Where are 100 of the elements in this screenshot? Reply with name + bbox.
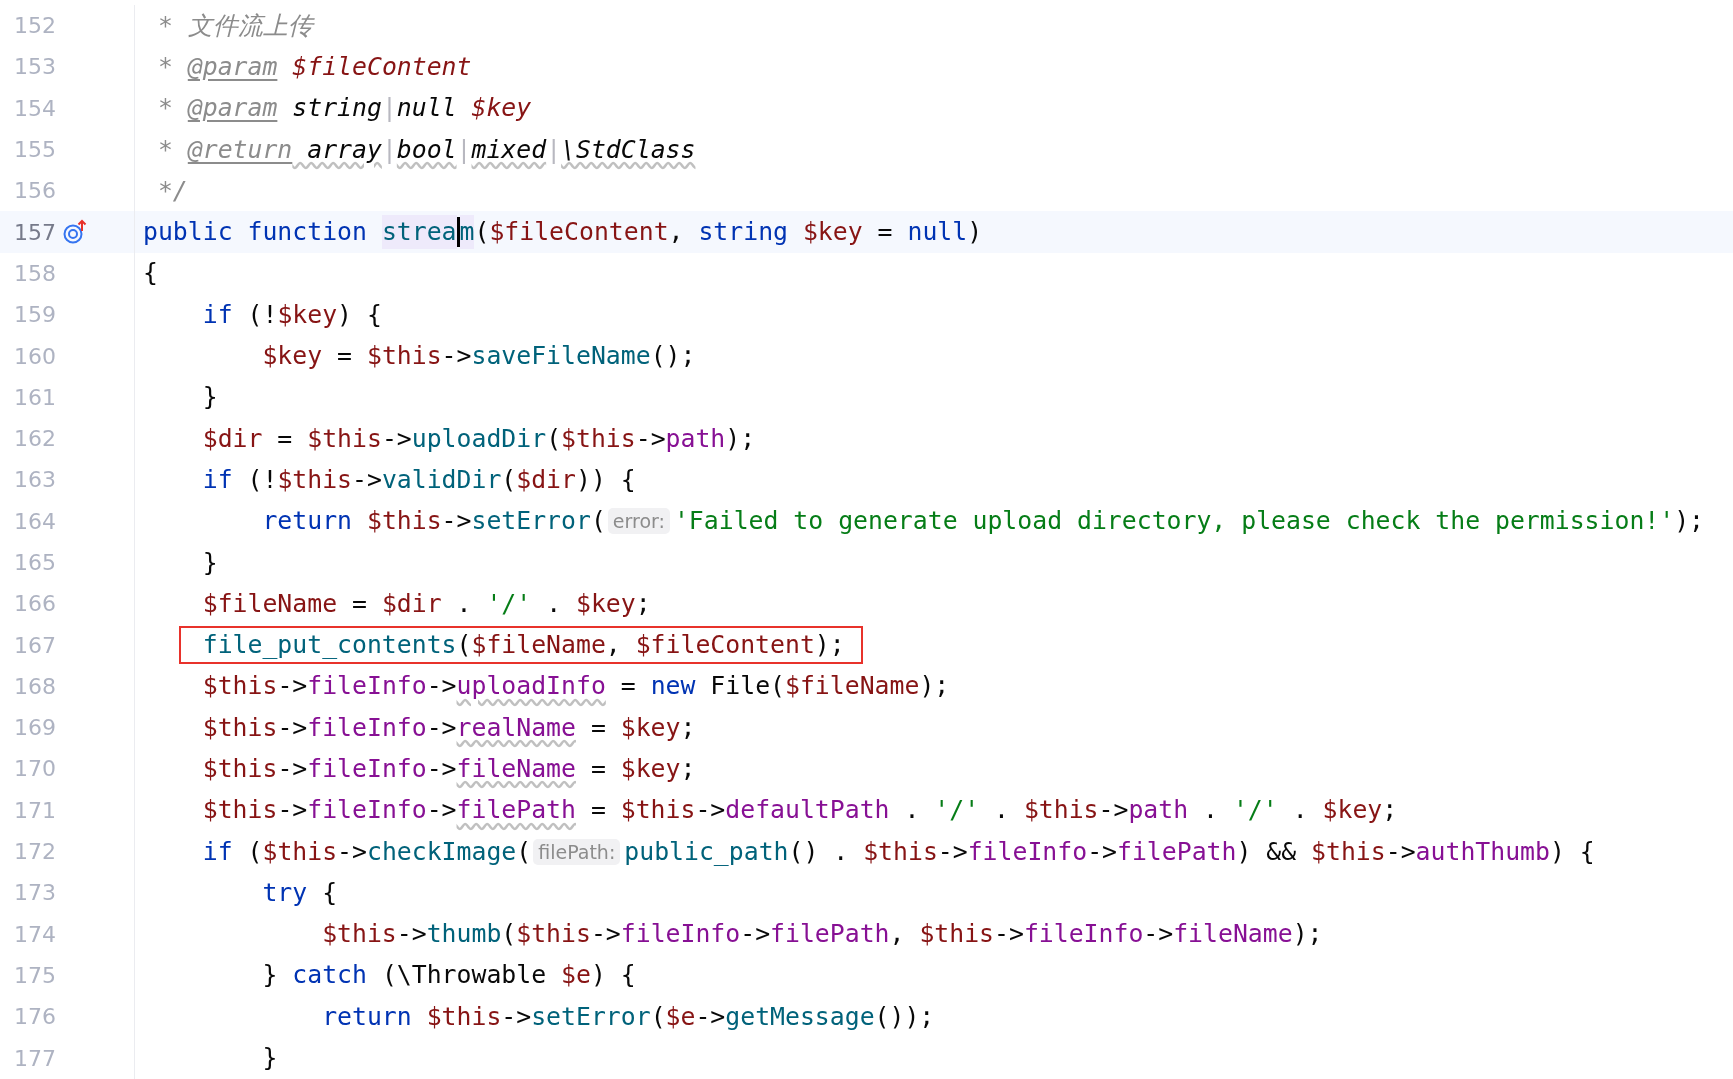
code-property: fileInfo xyxy=(967,835,1088,868)
code-text: -> xyxy=(426,794,457,827)
code-text: -> xyxy=(277,711,308,744)
code-function-name: strea xyxy=(381,215,457,250)
code-text: File( xyxy=(710,670,785,703)
line-number: 162 xyxy=(13,426,56,452)
line-number: 173 xyxy=(13,880,56,906)
code-text: . xyxy=(1202,794,1219,827)
line-number: 153 xyxy=(13,54,56,80)
code-function-name: uploadDir xyxy=(411,422,547,455)
doc-type: bool xyxy=(396,133,457,166)
code-variable: $dir xyxy=(381,587,442,620)
code-variable: $this xyxy=(307,422,382,455)
code-text: -> xyxy=(426,670,457,703)
code-keyword: if xyxy=(202,298,234,331)
code-variable: $this xyxy=(1023,794,1099,827)
code-variable: $key xyxy=(802,216,863,249)
code-variable: $key xyxy=(1322,794,1383,827)
code-text: -> xyxy=(426,711,457,744)
code-text: } xyxy=(262,1042,278,1075)
code-text: -> xyxy=(337,835,367,868)
line-number: 175 xyxy=(13,962,56,988)
code-text: , xyxy=(668,216,685,249)
code-text: -> xyxy=(635,422,666,455)
doc-type: array xyxy=(306,133,382,166)
line-number: 169 xyxy=(13,715,56,741)
code-text: (! xyxy=(247,463,278,496)
code-text: { xyxy=(322,876,338,909)
code-text: (); xyxy=(650,340,696,372)
code-text: . xyxy=(545,587,563,620)
code-variable: $this xyxy=(202,711,278,744)
code-property: fileInfo xyxy=(620,918,741,951)
code-property: path xyxy=(665,422,726,455)
doc-type: mixed xyxy=(471,133,547,166)
code-text: ); xyxy=(1674,505,1705,538)
code-property: path xyxy=(1128,794,1189,827)
code-property: uploadInfo xyxy=(456,670,606,703)
code-text: ; xyxy=(635,587,651,620)
code-text: ); xyxy=(919,670,950,703)
code-variable: $this xyxy=(277,463,353,496)
code-variable: $fileContent xyxy=(489,216,669,249)
code-function-name: thumb xyxy=(426,918,502,951)
code-keyword: if xyxy=(202,835,234,868)
code-text: ) { xyxy=(1549,835,1595,868)
code-property: fileName xyxy=(456,753,576,785)
code-text: ( xyxy=(546,422,562,455)
code-variable: $this xyxy=(426,1000,502,1033)
doc-separator: | xyxy=(381,92,397,125)
code-text: -> xyxy=(695,794,726,827)
line-number: 155 xyxy=(13,137,56,163)
code-variable: $fileContent xyxy=(635,629,815,662)
code-keyword: try xyxy=(262,876,309,909)
code-text: . xyxy=(903,794,921,827)
line-number: 174 xyxy=(13,921,56,947)
code-variable: $this xyxy=(919,918,995,951)
code-variable: $this xyxy=(561,422,636,455)
code-function-name: getMessage xyxy=(725,1000,875,1033)
code-text: () . xyxy=(788,835,850,868)
line-number: 164 xyxy=(13,508,56,534)
code-property: fileInfo xyxy=(307,670,427,703)
code-text: ); xyxy=(725,422,756,455)
code-text: (\Throwable xyxy=(381,959,548,992)
code-function-name: setError xyxy=(471,505,591,538)
code-function-name: public_path xyxy=(624,835,789,868)
doc-variable: $key xyxy=(470,92,532,125)
code-text: -> xyxy=(426,753,457,785)
code-text: ( xyxy=(501,918,517,951)
code-text: -> xyxy=(441,505,472,538)
code-variable: $key xyxy=(620,711,681,744)
code-text: -> xyxy=(441,340,472,372)
code-text: ) { xyxy=(590,959,636,992)
code-text: ( xyxy=(590,505,606,538)
parameter-hint: filePath: xyxy=(533,838,621,865)
code-property: realName xyxy=(456,711,576,744)
code-variable: $this xyxy=(202,753,278,785)
doc-variable: $fileContent xyxy=(291,50,472,83)
code-text: -> xyxy=(695,1000,726,1033)
code-text: -> xyxy=(937,835,968,868)
code-text: -> xyxy=(381,422,412,455)
code-text: (! xyxy=(247,298,278,331)
line-number: 161 xyxy=(13,384,56,410)
code-keyword: catch xyxy=(292,959,368,992)
code-text: = xyxy=(589,711,607,744)
line-number: 167 xyxy=(13,632,56,658)
doc-tag: @return xyxy=(187,132,293,167)
code-variable: $this xyxy=(620,794,696,827)
code-text: ) { xyxy=(337,298,382,331)
code-property: fileInfo xyxy=(307,753,427,785)
code-text: ( xyxy=(650,1000,666,1033)
code-variable: $key xyxy=(262,340,323,372)
implements-icon[interactable] xyxy=(62,219,88,246)
code-text: -> xyxy=(352,463,382,496)
code-function-name: setError xyxy=(531,1000,651,1033)
line-number: 159 xyxy=(13,302,56,328)
code-property: filePath xyxy=(1117,835,1237,868)
line-number: 168 xyxy=(13,673,56,699)
code-property: fileName xyxy=(1173,918,1293,951)
doc-type: null xyxy=(396,92,457,125)
line-number: 154 xyxy=(13,95,56,121)
code-variable: $this xyxy=(366,340,442,372)
